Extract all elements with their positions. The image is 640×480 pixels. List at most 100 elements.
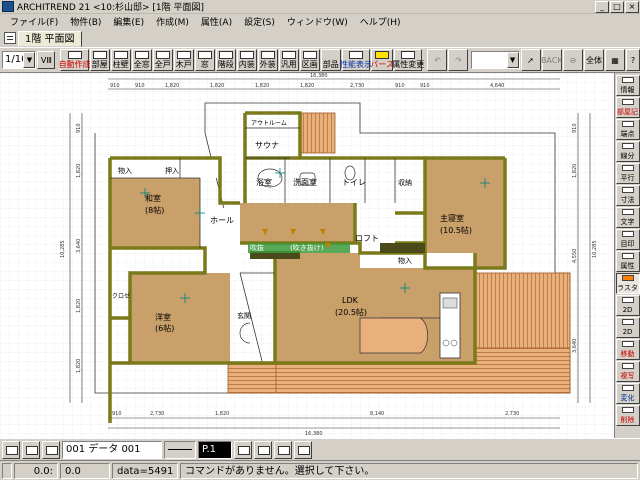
menu-project[interactable]: 物件(B) bbox=[64, 15, 107, 28]
stairs-label: 階段 bbox=[217, 60, 234, 69]
2d-button-2[interactable]: 2D bbox=[615, 317, 640, 338]
menu-attribute[interactable]: 属性(A) bbox=[195, 15, 238, 28]
parts-button[interactable]: 部品 bbox=[320, 49, 341, 71]
performance-label: 性能表示 bbox=[339, 60, 372, 69]
copy-button[interactable]: 複写 bbox=[615, 361, 640, 382]
dim-left-2: 1,820 bbox=[76, 164, 82, 178]
color-button[interactable] bbox=[234, 440, 252, 459]
layer-toggle-button[interactable] bbox=[42, 440, 60, 459]
data-count: data=5491 bbox=[112, 462, 178, 479]
attribute-button[interactable]: 属性 bbox=[615, 251, 640, 272]
grid-button[interactable]: ▦ bbox=[605, 49, 625, 71]
view-button[interactable]: VⅢ bbox=[37, 51, 56, 69]
2d-button-1[interactable]: 2D bbox=[615, 295, 640, 316]
all-windows-icon bbox=[134, 51, 149, 59]
parts-icon bbox=[323, 51, 338, 59]
raster-button[interactable]: ラスタ bbox=[615, 273, 640, 294]
column-wall-button[interactable]: 柱壁 bbox=[110, 49, 131, 71]
window-icon bbox=[197, 51, 212, 59]
menu-settings[interactable]: 設定(S) bbox=[238, 15, 281, 28]
drawing-canvas[interactable]: 16,380 910 910 1,820 1,820 1,820 1,820 2… bbox=[0, 73, 614, 438]
close-button[interactable]: × bbox=[625, 1, 639, 13]
line-button[interactable]: 線分 bbox=[615, 141, 640, 162]
text-label: 文字 bbox=[620, 218, 635, 226]
room-label-fukinuke: 吹抜 bbox=[250, 243, 264, 252]
menu-edit[interactable]: 編集(E) bbox=[107, 15, 150, 28]
dim-top-8: 910 bbox=[395, 83, 405, 89]
back-button[interactable]: BACK bbox=[541, 49, 563, 71]
attribute-change-label: 属性変更 bbox=[392, 60, 425, 69]
general-button[interactable]: 汎用 bbox=[278, 49, 299, 71]
delete-button[interactable]: 削除 bbox=[615, 405, 640, 426]
dim-bottom-4: 8,140 bbox=[370, 411, 384, 417]
room-label-monoire-2: 物入 bbox=[398, 256, 412, 265]
window-button[interactable]: 窓 bbox=[194, 49, 215, 71]
menu-help[interactable]: ヘルプ(H) bbox=[354, 15, 407, 28]
dim-left-4: 1,820 bbox=[76, 299, 82, 313]
stairs-button[interactable]: 階段 bbox=[215, 49, 236, 71]
menu-file[interactable]: ファイル(F) bbox=[4, 15, 64, 28]
dim-top-1: 910 bbox=[110, 83, 120, 89]
minimize-button[interactable]: _ bbox=[595, 1, 609, 13]
transform-button[interactable]: 変化 bbox=[615, 383, 640, 404]
section-button[interactable]: 区画 bbox=[299, 49, 320, 71]
room-label-monoire-1: 物入 bbox=[118, 166, 132, 175]
option-select[interactable]: ▼ bbox=[471, 51, 520, 69]
marker-button[interactable]: 目印 bbox=[615, 229, 640, 250]
wood-door-button[interactable]: 木戸 bbox=[173, 49, 194, 71]
all-doors-button[interactable]: 全戸 bbox=[152, 49, 173, 71]
pen-select[interactable]: P.1 bbox=[198, 440, 232, 459]
room-label-genkan: 玄関 bbox=[237, 311, 251, 320]
status-bar: 0.0: 0.0 data=5491 コマンドがありません。選択して下さい。 bbox=[0, 460, 640, 480]
room-label-washitsu: 和室 bbox=[145, 193, 161, 203]
room-label-master-bedroom: 主寝室 bbox=[440, 213, 464, 223]
perspective-button[interactable]: パース bbox=[370, 49, 394, 71]
scale-select[interactable]: 1/100 ▼ bbox=[2, 51, 37, 69]
dim-left-3: 3,640 bbox=[76, 239, 82, 253]
redo-button[interactable]: ↷ bbox=[448, 49, 469, 71]
line-type-select[interactable] bbox=[164, 440, 196, 459]
layer-list-button[interactable] bbox=[2, 440, 20, 459]
menu-create[interactable]: 作成(M) bbox=[150, 15, 195, 28]
pattern-button[interactable] bbox=[274, 440, 292, 459]
room-mark-icon bbox=[621, 99, 634, 105]
room-size-youshitsu: (6帖) bbox=[155, 323, 174, 333]
tab-floor-plan[interactable]: 1階 平面図 bbox=[18, 31, 82, 47]
performance-button[interactable]: 性能表示 bbox=[339, 49, 372, 71]
dim-top-4: 1,820 bbox=[210, 83, 224, 89]
attribute-change-button[interactable]: 属性変更 bbox=[392, 49, 425, 71]
interior-button[interactable]: 内装 bbox=[236, 49, 257, 71]
endpoint-button[interactable]: 端点 bbox=[615, 119, 640, 140]
copy-label: 複写 bbox=[620, 372, 635, 380]
parallel-button[interactable]: 平行 bbox=[615, 163, 640, 184]
undo-button[interactable]: ↶ bbox=[427, 49, 448, 71]
dim-right-1: 910 bbox=[572, 123, 578, 133]
fill-button[interactable] bbox=[294, 440, 312, 459]
maximize-button[interactable]: □ bbox=[610, 1, 624, 13]
auto-create-button[interactable]: 自動作成 bbox=[59, 49, 91, 71]
zoom-out-icon: ⊖ bbox=[569, 55, 577, 65]
room-button[interactable]: 部屋 bbox=[89, 49, 110, 71]
room-label-ldk: LDK bbox=[342, 296, 359, 305]
layer-select[interactable]: 001 データ 001 bbox=[62, 440, 162, 459]
room-tag-fukinuke: (吹き抜け) bbox=[290, 243, 324, 252]
exterior-button[interactable]: 外装 bbox=[257, 49, 278, 71]
zoom-out-button[interactable]: ⊖ bbox=[563, 49, 583, 71]
attribute-label: 属性 bbox=[620, 262, 635, 270]
help-pointer-button[interactable]: ? bbox=[626, 49, 640, 71]
dimension-button[interactable]: 寸法 bbox=[615, 185, 640, 206]
text-button[interactable]: 文字 bbox=[615, 207, 640, 228]
move-button[interactable]: 移動 bbox=[615, 339, 640, 360]
hatch-button[interactable] bbox=[254, 440, 272, 459]
all-windows-button[interactable]: 全窓 bbox=[131, 49, 152, 71]
performance-icon bbox=[348, 51, 363, 59]
outdoor-deck bbox=[299, 112, 336, 154]
fit-all-button[interactable]: 全体 bbox=[584, 49, 604, 71]
menu-window[interactable]: ウィンドウ(W) bbox=[281, 15, 354, 28]
parallel-icon bbox=[621, 165, 634, 171]
marker-icon bbox=[621, 231, 634, 237]
select-pointer-button[interactable]: ➚ bbox=[520, 49, 541, 71]
info-button[interactable]: 情報 bbox=[615, 75, 640, 96]
room-mark-button[interactable]: 部屋記 bbox=[615, 97, 640, 118]
layer-settings-button[interactable] bbox=[22, 440, 40, 459]
